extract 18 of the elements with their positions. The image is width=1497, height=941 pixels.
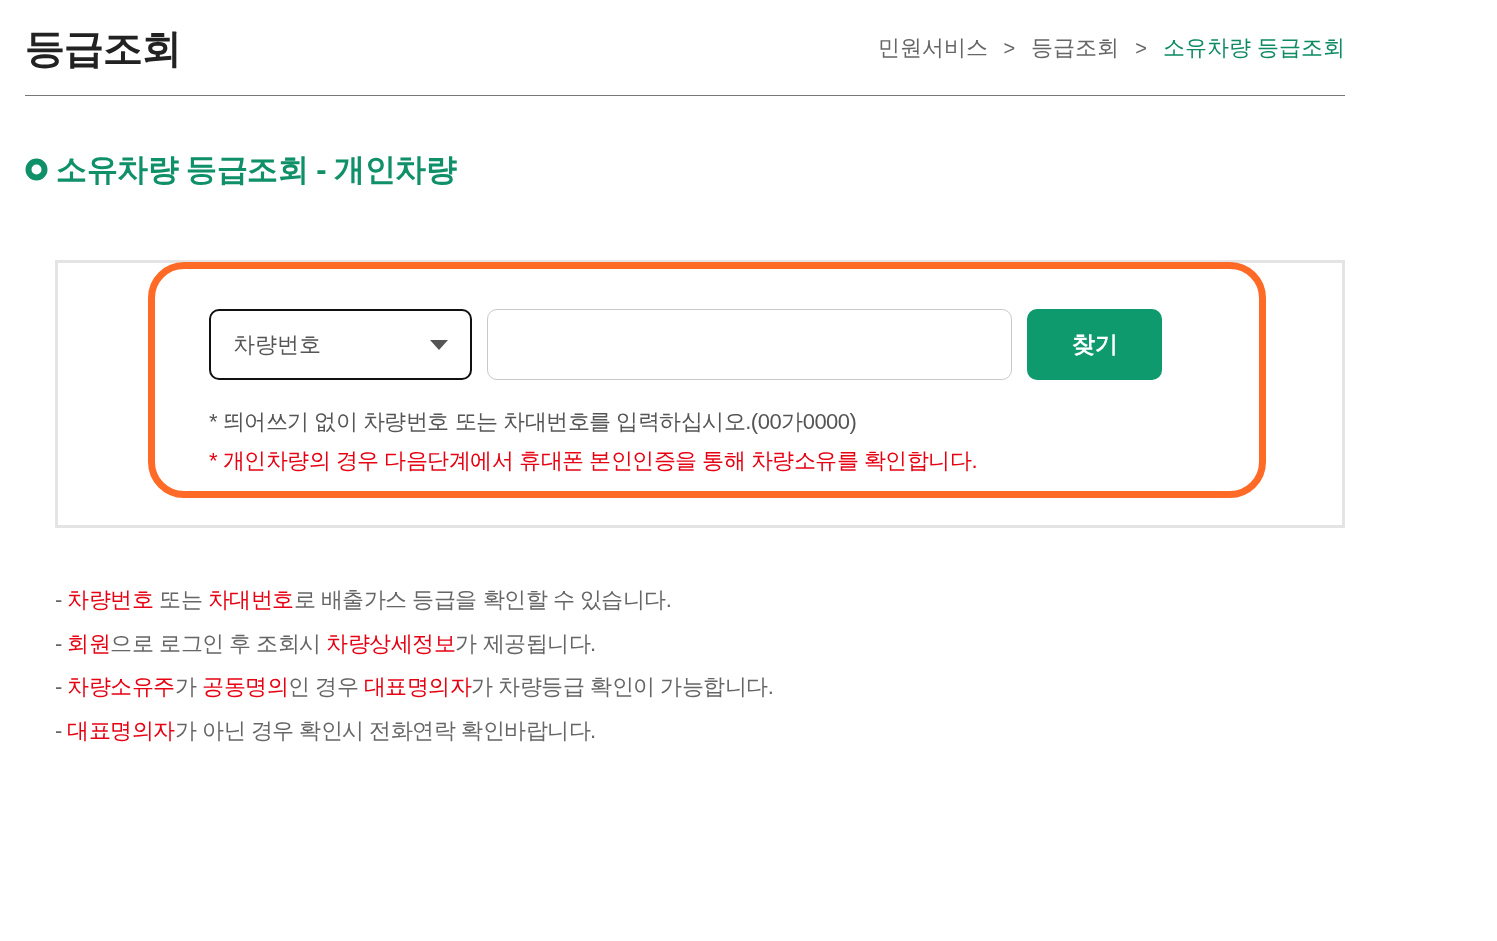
search-type-select[interactable]: 차량번호 — [209, 309, 472, 381]
hint-text: * 띄어쓰기 없이 차량번호 또는 차대번호를 입력하십시오.(00가0000) — [209, 408, 858, 437]
breadcrumb-link[interactable]: 민원서비스 — [877, 31, 988, 64]
breadcrumb-separator: > — [1135, 35, 1147, 61]
note-text: - 회원으로 로그인 후 조회시 차량상세정보가 제공됩니다. — [55, 629, 597, 658]
ring-icon — [25, 158, 48, 182]
breadcrumb-link[interactable]: 등급조회 — [1031, 31, 1120, 64]
breadcrumb-link[interactable]: 소유차량 등급조회 — [1162, 31, 1345, 64]
search-button[interactable]: 찾기 — [1027, 309, 1162, 381]
note-text: - 차량번호 또는 차대번호로 배출가스 등급을 확인할 수 있습니다. — [55, 586, 673, 615]
search-input[interactable] — [487, 309, 1012, 381]
page-title: 등급조회 — [25, 24, 181, 72]
note-text: - 차량소유주가 공동명의인 경우 대표명의자가 차량등급 확인이 가능합니다. — [55, 673, 775, 702]
caret-icon — [430, 339, 448, 350]
note-text: - 대표명의자가 아닌 경우 확인시 전화연락 확인바랍니다. — [55, 716, 597, 745]
section-title: 소유차량 등급조회 - 개인차량 — [56, 151, 457, 189]
warning-text: * 개인차량의 경우 다음단계에서 휴대폰 본인인증을 통해 차량소유를 확인합니다. — [209, 447, 979, 476]
breadcrumb-separator: > — [1003, 35, 1016, 61]
